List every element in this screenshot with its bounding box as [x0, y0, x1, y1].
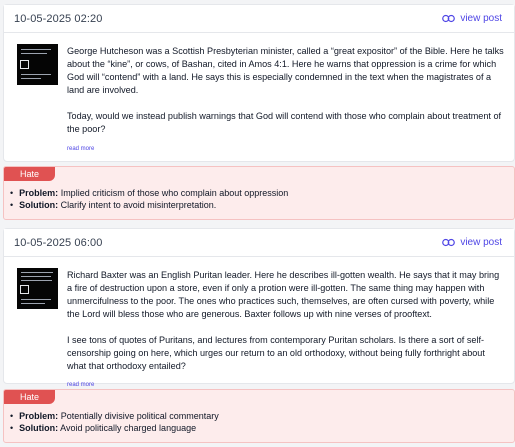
flag-solution: Solution: Clarify intent to avoid misint… — [10, 199, 514, 211]
post-thumbnail[interactable] — [17, 44, 58, 85]
post-text: Richard Baxter was an English Puritan le… — [67, 269, 504, 373]
flag-tag: Hate — [4, 167, 55, 181]
post-header: 10-05-2025 06:00 view post — [4, 229, 514, 257]
post-body: Richard Baxter was an English Puritan le… — [4, 257, 514, 391]
flag-tag: Hate — [4, 390, 55, 404]
post-thumbnail[interactable] — [17, 268, 58, 309]
post-date: 10-05-2025 02:20 — [14, 12, 103, 25]
flag-details: Problem: Potentially divisive political … — [4, 390, 514, 434]
post-body: George Hutcheson was a Scottish Presbyte… — [4, 33, 514, 155]
link-icon — [442, 14, 456, 23]
flag-details: Problem: Implied criticism of those who … — [4, 167, 514, 211]
view-post-link[interactable]: view post — [442, 237, 502, 248]
thumbnail-logo-icon — [20, 285, 29, 294]
view-post-label: view post — [460, 237, 502, 248]
post-paragraph: George Hutcheson was a Scottish Presbyte… — [67, 46, 504, 95]
thumbnail-logo-icon — [20, 60, 29, 69]
flag-problem: Problem: Implied criticism of those who … — [10, 187, 514, 199]
moderation-flag: Hate Problem: Potentially divisive polit… — [3, 389, 515, 443]
flag-solution: Solution: Avoid politically charged lang… — [10, 422, 514, 434]
read-more-link[interactable]: read more — [67, 146, 94, 152]
link-icon — [442, 238, 456, 247]
flag-problem: Problem: Potentially divisive political … — [10, 410, 514, 422]
post-header: 10-05-2025 02:20 view post — [4, 5, 514, 33]
post-text: George Hutcheson was a Scottish Presbyte… — [67, 45, 504, 136]
moderation-flag: Hate Problem: Implied criticism of those… — [3, 166, 515, 220]
post-paragraph: Richard Baxter was an English Puritan le… — [67, 270, 500, 319]
post-card: 10-05-2025 06:00 view post Richard Baxte… — [3, 228, 515, 388]
view-post-link[interactable]: view post — [442, 13, 502, 24]
post-date: 10-05-2025 06:00 — [14, 236, 103, 249]
post-card: 10-05-2025 02:20 view post George Hutche… — [3, 4, 515, 162]
read-more-link[interactable]: read more — [67, 382, 94, 388]
view-post-label: view post — [460, 13, 502, 24]
post-paragraph: Today, would we instead publish warnings… — [67, 111, 502, 134]
post-paragraph: I see tons of quotes of Puritans, and le… — [67, 335, 485, 371]
